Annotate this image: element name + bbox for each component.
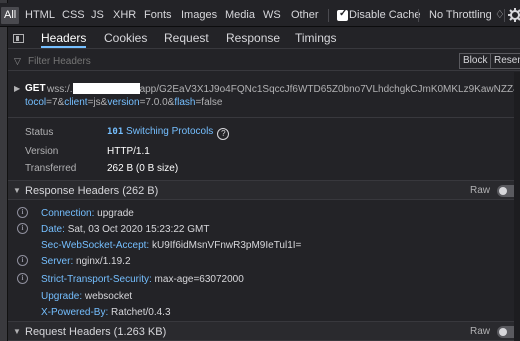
filter-tab-images[interactable]: Images: [178, 7, 220, 24]
header-row[interactable]: Sec-WebSocket-Accept: kU9If6idMsnVFnwR3p…: [8, 238, 520, 254]
query-key: flash: [174, 97, 196, 108]
header-name-and-value: Strict-Transport-Security: max-age=63072…: [41, 274, 244, 285]
request-method: GET: [25, 83, 46, 94]
request-type-filter-bar: All HTML CSS JS XHR Fonts Images Media W…: [0, 3, 520, 27]
throttling-select[interactable]: No Throttling ♢: [426, 7, 508, 24]
redacted-host: [72, 83, 140, 94]
query-value: false: [201, 97, 223, 108]
query-value: 7.0.0: [145, 97, 168, 108]
raw-label: Raw: [470, 185, 491, 196]
status-code: 101: [107, 127, 124, 137]
expand-request-icon[interactable]: ▶: [14, 84, 20, 93]
header-value: nginx/1.19.2: [76, 256, 131, 267]
url-start: wss:/.: [47, 84, 73, 95]
resend-button[interactable]: Resend: [490, 53, 520, 69]
tab-response[interactable]: Response: [226, 31, 280, 48]
filter-headers-row: ▽ Block Resend: [8, 51, 520, 71]
header-row[interactable]: i Strict-Transport-Security: max-age=630…: [8, 272, 520, 288]
header-row[interactable]: X-Powered-By: Ratchet/0.4.3: [8, 305, 520, 321]
version-value: HTTP/1.1: [107, 146, 150, 157]
help-icon[interactable]: ?: [217, 128, 230, 140]
left-edge-strip: [0, 0, 8, 341]
request-url-line-1[interactable]: wss:/. app/G2EaV3X1J9o4FQNc1SqccJf6WTD65Z…: [47, 83, 520, 95]
query-key: tocol: [25, 97, 47, 108]
filter-tab-xhr[interactable]: XHR: [110, 7, 139, 24]
tab-request[interactable]: Request: [164, 31, 209, 48]
info-icon[interactable]: i: [17, 223, 28, 234]
header-name-and-value: Upgrade: websocket: [41, 291, 133, 302]
header-name-and-value: Sec-WebSocket-Accept: kU9If6idMsnVFnwR3p…: [41, 240, 302, 251]
filter-tab-html[interactable]: HTML: [22, 7, 58, 24]
query-key: client: [64, 97, 88, 108]
query-value: js: [93, 97, 101, 108]
block-button[interactable]: Block: [459, 53, 492, 69]
toolbar-separator: [328, 9, 329, 22]
collapse-request-headers-icon[interactable]: ▼: [13, 327, 21, 336]
tab-timings[interactable]: Timings: [295, 31, 337, 48]
header-name-and-value: Date: Sat, 03 Oct 2020 15:23:22 GMT: [41, 224, 210, 235]
filter-tab-css[interactable]: CSS: [59, 7, 88, 24]
filter-funnel-icon: ▽: [14, 56, 21, 66]
info-icon[interactable]: i: [17, 273, 28, 284]
collapse-response-headers-icon[interactable]: ▼: [13, 186, 21, 195]
header-name-and-value: X-Powered-By: Ratchet/0.4.3: [41, 307, 171, 318]
toggle-sidebar-icon[interactable]: [13, 34, 24, 43]
header-row[interactable]: i Connection: upgrade: [8, 206, 520, 222]
toolbar-separator: [418, 9, 419, 22]
filter-tab-other[interactable]: Other: [288, 7, 322, 24]
gear-icon[interactable]: [508, 8, 520, 22]
header-name-and-value: Server: nginx/1.19.2: [41, 256, 131, 267]
filter-headers-input[interactable]: [28, 55, 448, 68]
header-row[interactable]: Upgrade: websocket: [8, 289, 520, 305]
status-label: Status: [25, 127, 54, 138]
tab-cookies[interactable]: Cookies: [104, 31, 147, 48]
details-tab-bar: Headers Cookies Request Response Timings: [8, 28, 520, 49]
toolbar-separator: [504, 9, 505, 22]
header-value: websocket: [84, 291, 133, 302]
filter-tab-ws[interactable]: WS: [260, 7, 284, 24]
response-headers-title: Response Headers (262 B): [25, 185, 159, 197]
tab-headers[interactable]: Headers: [41, 31, 87, 48]
status-value: 101 Switching Protocols?: [107, 126, 230, 140]
filter-tab-fonts[interactable]: Fonts: [141, 7, 175, 24]
query-key: version: [107, 97, 140, 108]
filter-tab-all[interactable]: All: [1, 7, 20, 24]
disable-cache-label[interactable]: Disable Cache: [346, 7, 424, 24]
raw-label: Raw: [470, 326, 491, 337]
request-headers-section[interactable]: ▼ Request Headers (1.263 KB) Raw: [8, 321, 520, 341]
transferred-label: Transferred: [25, 163, 77, 174]
divider: [8, 117, 520, 118]
header-value: upgrade: [97, 208, 134, 219]
url-path: app/G2EaV3X1J9o4FQNc1SqccJf6WTD65Z0bno7V…: [139, 84, 520, 95]
response-headers-section[interactable]: ▼ Response Headers (262 B) Raw: [8, 180, 520, 200]
header-value: Ratchet/0.4.3: [111, 307, 171, 318]
header-name-and-value: Connection: upgrade: [41, 208, 134, 219]
filter-tab-media[interactable]: Media: [222, 7, 258, 24]
version-label: Version: [25, 146, 59, 157]
transferred-value: 262 B (0 B size): [107, 163, 179, 174]
request-headers-title: Request Headers (1.263 KB): [25, 326, 167, 338]
header-value: Sat, 03 Oct 2020 15:23:22 GMT: [67, 224, 210, 235]
filter-tab-js[interactable]: JS: [88, 7, 107, 24]
header-value: kU9If6idMsnVFnwR3pM9IeTul1I=: [151, 240, 302, 251]
info-icon[interactable]: i: [17, 255, 28, 266]
header-row[interactable]: i Server: nginx/1.19.2: [8, 254, 520, 270]
header-row[interactable]: i Date: Sat, 03 Oct 2020 15:23:22 GMT: [8, 222, 520, 238]
info-icon[interactable]: i: [17, 207, 28, 218]
header-value: max-age=63072000: [154, 274, 244, 285]
status-text: Switching Protocols: [126, 126, 214, 137]
request-url-line-2[interactable]: tocol=7&client=js&version=7.0.0&flash=fa…: [25, 97, 222, 108]
vertical-scrollbar[interactable]: [514, 72, 520, 341]
